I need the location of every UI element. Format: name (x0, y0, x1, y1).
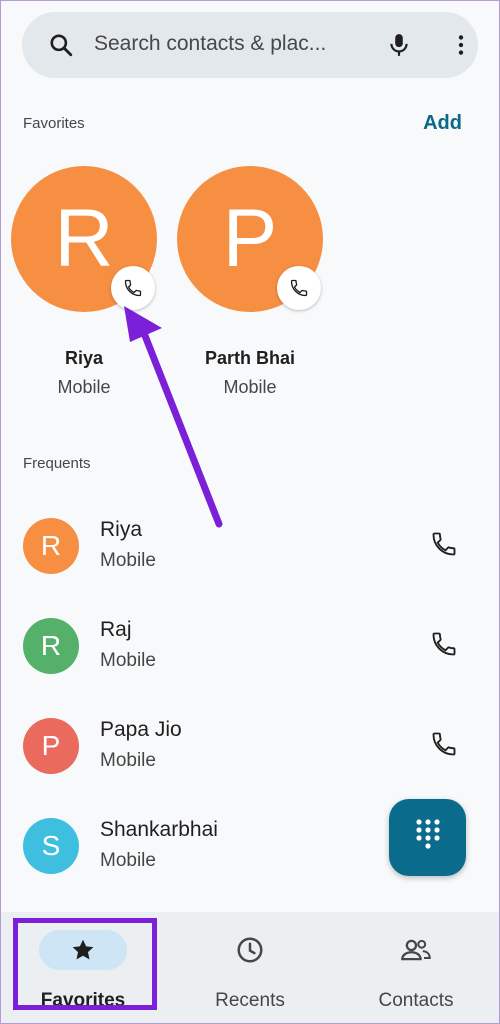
tab-favorites[interactable]: Favorites (0, 912, 166, 1024)
phone-icon[interactable] (277, 266, 321, 310)
more-options-icon[interactable] (448, 32, 474, 58)
favorite-tile-parth[interactable]: P Parth Bhai Mobile (175, 166, 325, 398)
favorite-phone-type: Mobile (223, 377, 277, 397)
dialpad-icon (415, 818, 441, 857)
contact-phone-type: Mobile (100, 850, 156, 871)
tab-recents[interactable]: Recents (167, 912, 333, 1024)
avatar[interactable]: P (177, 166, 323, 312)
avatar[interactable]: P (23, 718, 79, 774)
dialpad-button[interactable] (389, 799, 466, 876)
frequents-section-label: Frequents (23, 455, 91, 472)
add-favorite-button[interactable]: Add (423, 112, 462, 135)
list-item[interactable]: R Raj Mobile (0, 598, 500, 698)
contact-name: Riya (100, 518, 143, 541)
favorite-phone-type: Mobile (57, 377, 111, 397)
favorites-section-label: Favorites (23, 115, 85, 132)
favorite-name: Riya (64, 348, 104, 368)
avatar[interactable]: R (11, 166, 157, 312)
phone-icon[interactable] (428, 728, 460, 760)
tab-label: Favorites (40, 990, 126, 1011)
avatar-initial: P (222, 193, 278, 284)
contact-name: Shankarbhai (100, 818, 218, 841)
clock-icon (206, 930, 294, 970)
list-item[interactable]: P Papa Jio Mobile (0, 698, 500, 798)
avatar-initial: R (54, 193, 114, 284)
tab-label: Recents (215, 990, 285, 1011)
phone-icon[interactable] (428, 628, 460, 660)
star-icon (39, 930, 127, 970)
search-input[interactable]: Search contacts & plac... (94, 32, 344, 56)
contact-name: Raj (100, 618, 132, 641)
contact-phone-type: Mobile (100, 550, 156, 571)
tab-contacts[interactable]: Contacts (333, 912, 499, 1024)
phone-icon[interactable] (428, 528, 460, 560)
list-item[interactable]: R Riya Mobile (0, 498, 500, 598)
contact-phone-type: Mobile (100, 650, 156, 671)
contact-phone-type: Mobile (100, 750, 156, 771)
tab-label: Contacts (378, 990, 454, 1011)
microphone-icon[interactable] (386, 32, 412, 58)
avatar[interactable]: R (23, 618, 79, 674)
people-icon (372, 930, 460, 970)
contact-name: Papa Jio (100, 718, 182, 741)
bottom-navigation: Favorites Recents Contacts (0, 912, 500, 1024)
favorite-name: Parth Bhai (204, 348, 296, 368)
search-icon[interactable] (48, 32, 74, 58)
phone-icon[interactable] (111, 266, 155, 310)
avatar[interactable]: R (23, 518, 79, 574)
search-bar[interactable]: Search contacts & plac... (22, 12, 478, 78)
favorite-tile-riya[interactable]: R Riya Mobile (9, 166, 159, 398)
avatar[interactable]: S (23, 818, 79, 874)
